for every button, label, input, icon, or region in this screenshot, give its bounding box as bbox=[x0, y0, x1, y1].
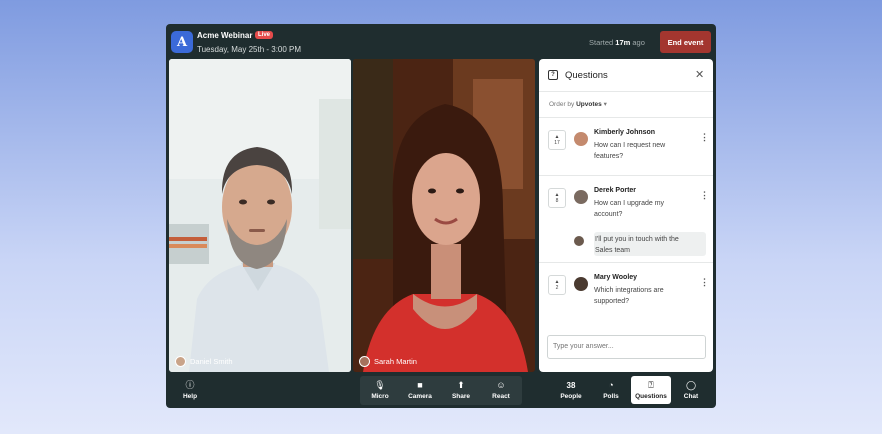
chat-button[interactable]: ◯ Chat bbox=[671, 376, 711, 404]
more-options-icon[interactable]: ⋮ bbox=[700, 277, 709, 288]
asker-name: Derek Porter bbox=[594, 187, 637, 194]
started-time: 17m bbox=[615, 38, 631, 47]
started-prefix: Started bbox=[589, 38, 614, 47]
divider bbox=[539, 91, 713, 92]
camera-button[interactable]: ■ Camera bbox=[400, 376, 440, 404]
micro-label: Micro bbox=[371, 392, 389, 400]
question-item: ▲ 17 Kimberly Johnson How can I request … bbox=[539, 117, 713, 175]
participant-name: Daniel Smith bbox=[190, 357, 233, 366]
avatar bbox=[359, 356, 370, 367]
polls-label: Polls bbox=[603, 392, 619, 400]
live-badge: Live bbox=[255, 31, 274, 39]
question-icon: ⍰ bbox=[648, 379, 654, 390]
participant-name: Sarah Martin bbox=[374, 357, 417, 366]
app-logo: A bbox=[171, 31, 193, 53]
top-bar: A Acme Webinar Live Tuesday, May 25th - … bbox=[166, 24, 716, 59]
started-suffix: ago bbox=[632, 38, 645, 47]
questions-button[interactable]: ⍰ Questions bbox=[631, 376, 671, 404]
microphone-icon: 🎙 bbox=[374, 379, 386, 390]
help-label: Help bbox=[182, 392, 198, 400]
questions-label: Questions bbox=[635, 392, 667, 400]
avatar bbox=[175, 356, 186, 367]
camera-icon: ■ bbox=[417, 379, 423, 390]
help-icon: ⓘ bbox=[185, 379, 195, 390]
share-button[interactable]: ⬆ Share bbox=[441, 376, 481, 404]
chat-label: Chat bbox=[683, 392, 699, 400]
control-bar: ⓘ Help 🎙 Micro ■ Camera ⬆ Share ☺ React … bbox=[166, 374, 716, 408]
avatar bbox=[574, 236, 584, 246]
react-button[interactable]: ☺ React bbox=[481, 376, 521, 404]
close-icon[interactable]: ✕ bbox=[695, 68, 704, 81]
upvote-button[interactable]: ▲ 8 bbox=[548, 188, 566, 208]
event-title: Acme Webinar bbox=[197, 31, 253, 40]
upvote-button[interactable]: ▲ 2 bbox=[548, 275, 566, 295]
question-item: ▲ 2 Mary Wooley Which integrations are s… bbox=[539, 262, 713, 322]
question-text: Which integrations are supported? bbox=[594, 287, 664, 305]
participant-video-sarah bbox=[353, 59, 535, 372]
reply-text: I'll put you in touch with the Sales tea… bbox=[595, 236, 679, 254]
people-button[interactable]: 38 People bbox=[551, 376, 591, 404]
participant-name-tag: Daniel Smith bbox=[175, 356, 233, 367]
vote-count: 17 bbox=[554, 140, 560, 146]
avatar bbox=[574, 132, 588, 146]
asker-name: Mary Wooley bbox=[594, 274, 638, 281]
end-event-button[interactable]: End event bbox=[660, 31, 711, 53]
questions-panel: ? Questions ✕ Order by Upvotes ▾ ▲ 17 Ki… bbox=[539, 59, 713, 372]
video-tile-daniel[interactable]: Daniel Smith bbox=[169, 59, 351, 372]
question-text: How can I request new features? bbox=[594, 142, 666, 160]
panel-title: Questions bbox=[565, 70, 608, 81]
people-label: People bbox=[560, 392, 582, 400]
participant-video-daniel bbox=[169, 59, 351, 372]
react-label: React bbox=[492, 392, 510, 400]
polls-icon: ◔ bbox=[608, 379, 614, 390]
question-text: How can I upgrade my account? bbox=[594, 200, 665, 218]
chat-icon: ◯ bbox=[685, 379, 697, 390]
asker-name: Kimberly Johnson bbox=[594, 129, 656, 136]
participant-name-tag: Sarah Martin bbox=[359, 356, 417, 367]
vote-count: 2 bbox=[555, 285, 559, 291]
event-date: Tuesday, May 25th - 3:00 PM bbox=[197, 45, 302, 54]
answer-input[interactable] bbox=[547, 335, 706, 359]
question-icon: ? bbox=[548, 70, 558, 80]
upvote-button[interactable]: ▲ 17 bbox=[548, 130, 566, 150]
share-label: Share bbox=[451, 392, 471, 400]
panel-header: ? Questions ✕ bbox=[539, 59, 713, 91]
order-by-dropdown[interactable]: Order by Upvotes ▾ bbox=[549, 100, 607, 108]
emoji-icon: ☺ bbox=[496, 379, 506, 390]
share-screen-icon: ⬆ bbox=[457, 379, 465, 390]
avatar bbox=[574, 277, 588, 291]
more-options-icon[interactable]: ⋮ bbox=[700, 132, 709, 143]
reply-bubble: I'll put you in touch with the Sales tea… bbox=[594, 232, 706, 256]
people-count: 38 bbox=[566, 380, 576, 390]
more-options-icon[interactable]: ⋮ bbox=[700, 190, 709, 201]
camera-label: Camera bbox=[408, 392, 432, 400]
avatar bbox=[574, 190, 588, 204]
micro-button[interactable]: 🎙 Micro bbox=[360, 376, 400, 404]
chevron-down-icon: ▾ bbox=[603, 101, 607, 108]
video-tile-sarah[interactable]: Sarah Martin bbox=[353, 59, 535, 372]
help-button[interactable]: ⓘ Help bbox=[170, 376, 210, 404]
elapsed-time: Started 17m ago bbox=[589, 38, 645, 47]
order-value: Upvotes bbox=[576, 101, 602, 108]
question-item: ▲ 8 Derek Porter How can I upgrade my ac… bbox=[539, 175, 713, 262]
polls-button[interactable]: ◔ Polls bbox=[591, 376, 631, 404]
webinar-window: A Acme Webinar Live Tuesday, May 25th - … bbox=[166, 24, 716, 408]
vote-count: 8 bbox=[555, 198, 559, 204]
order-label: Order by bbox=[549, 101, 575, 108]
